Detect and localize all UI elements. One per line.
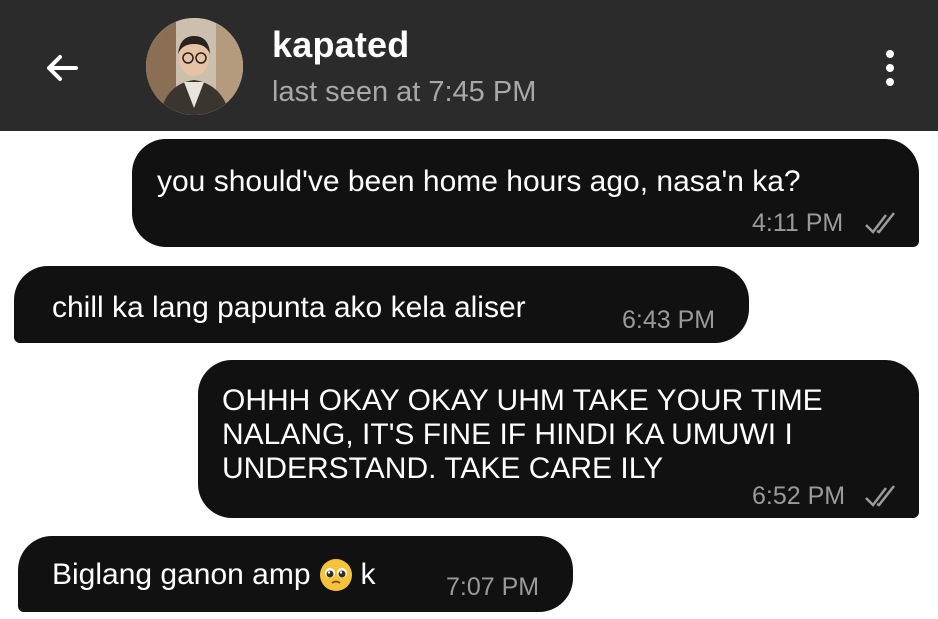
message-bubble-incoming[interactable]: Biglang ganon amp k 7:07 PM — [18, 536, 573, 612]
double-check-icon — [865, 212, 895, 234]
message-text: you should've been home hours ago, nasa'… — [157, 165, 801, 198]
more-vertical-icon — [886, 50, 894, 58]
message-time: 6:52 PM — [752, 482, 846, 510]
avatar-image — [146, 18, 243, 115]
message-bubble-incoming[interactable]: chill ka lang papunta ako kela aliser 6:… — [14, 266, 749, 343]
back-button[interactable] — [38, 44, 86, 92]
message-line: OHHH OKAY OKAY UHM TAKE YOUR TIME — [222, 384, 823, 417]
message-text-after: k — [360, 558, 376, 591]
message-text: chill ka lang papunta ako kela aliser — [52, 291, 526, 324]
message-line: NALANG, IT'S FINE IF HINDI KA UMUWI I — [222, 418, 793, 451]
double-check-icon — [865, 485, 895, 507]
more-options-button[interactable] — [872, 44, 908, 92]
message-bubble-outgoing[interactable]: OHHH OKAY OKAY UHM TAKE YOUR TIME NALANG… — [198, 360, 919, 518]
contact-name[interactable]: kapated — [272, 24, 409, 66]
arrow-left-icon — [47, 55, 78, 81]
message-time: 6:43 PM — [622, 306, 716, 334]
message-time: 7:07 PM — [446, 573, 540, 601]
message-time: 4:11 PM — [752, 209, 844, 237]
chat-header: kapated last seen at 7:45 PM — [0, 0, 938, 131]
message-text: OHHH OKAY OKAY UHM TAKE YOUR TIME NALANG… — [222, 384, 823, 486]
contact-avatar[interactable] — [146, 18, 243, 115]
last-seen-status: last seen at 7:45 PM — [272, 76, 537, 108]
message-bubble-outgoing[interactable]: you should've been home hours ago, nasa'… — [132, 139, 919, 247]
pleading-face-icon — [319, 559, 352, 591]
message-text-before: Biglang ganon amp — [52, 558, 311, 591]
message-line: UNDERSTAND. TAKE CARE ILY — [222, 452, 664, 485]
message-text: Biglang ganon amp k — [52, 558, 376, 592]
